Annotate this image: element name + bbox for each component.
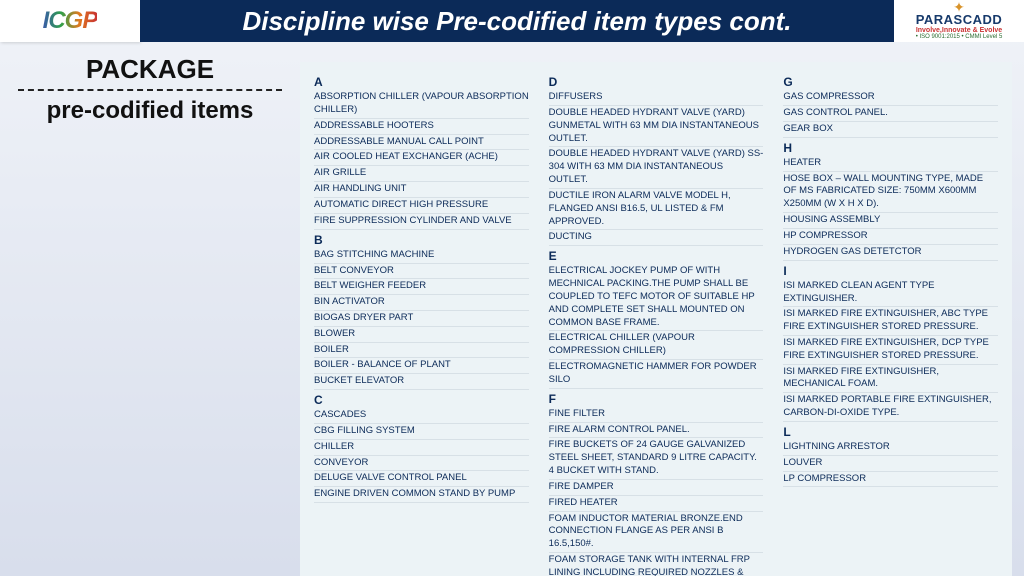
list-item: GAS COMPRESSOR [783, 90, 998, 106]
list-item: FIRE DAMPER [549, 480, 764, 496]
list-item: FIRE ALARM CONTROL PANEL. [549, 423, 764, 439]
logo-right-box: ✦ PARASCADD Involve,Innovate & Evolve • … [894, 0, 1024, 42]
list-item: ELECTRICAL JOCKEY PUMP OF WITH MECHNICAL… [549, 264, 764, 331]
list-item: LOUVER [783, 456, 998, 472]
star-icon: ✦ [953, 2, 965, 12]
list-item: BELT WEIGHER FEEDER [314, 279, 529, 295]
page-title: Discipline wise Pre-codified item types … [140, 0, 894, 42]
list-item: CHILLER [314, 440, 529, 456]
sidebar-subtitle: pre-codified items [18, 97, 282, 125]
header-bar: ICGP Discipline wise Pre-codified item t… [0, 0, 1024, 42]
section-letter: D [549, 74, 764, 90]
list-item: FOAM STORAGE TANK WITH INTERNAL FRP LINI… [549, 553, 764, 576]
list-item: ENGINE DRIVEN COMMON STAND BY PUMP [314, 487, 529, 503]
list-item: HOUSING ASSEMBLY [783, 213, 998, 229]
list-item: GAS CONTROL PANEL. [783, 106, 998, 122]
list-item: FIRE SUPPRESSION CYLINDER AND VALVE [314, 214, 529, 230]
section-letter: A [314, 74, 529, 90]
list-item: BOILER [314, 343, 529, 359]
sidebar-divider [18, 89, 282, 91]
list-item: HP COMPRESSOR [783, 229, 998, 245]
list-item: BLOWER [314, 327, 529, 343]
list-item: BUCKET ELEVATOR [314, 374, 529, 390]
list-item: ISI MARKED FIRE EXTINGUISHER, MECHANICAL… [783, 365, 998, 394]
list-item: ADDRESSABLE MANUAL CALL POINT [314, 135, 529, 151]
items-column: DDIFFUSERSDOUBLE HEADED HYDRANT VALVE (Y… [549, 72, 764, 576]
list-item: DOUBLE HEADED HYDRANT VALVE (YARD) GUNME… [549, 106, 764, 147]
section-letter: C [314, 392, 529, 408]
list-item: ISI MARKED PORTABLE FIRE EXTINGUISHER, C… [783, 393, 998, 422]
content-area: PACKAGE pre-codified items AABSORPTION C… [0, 42, 1024, 576]
section-letter: E [549, 248, 764, 264]
list-item: ADDRESSABLE HOOTERS [314, 119, 529, 135]
logo-right-tagline: Involve,Innovate & Evolve [916, 27, 1002, 34]
list-item: AIR GRILLE [314, 166, 529, 182]
logo-left-text: ICGP [43, 7, 98, 35]
list-item: ISI MARKED FIRE EXTINGUISHER, ABC TYPE F… [783, 307, 998, 336]
list-item: FOAM INDUCTOR MATERIAL BRONZE.END CONNEC… [549, 512, 764, 553]
section-letter: I [783, 263, 998, 279]
list-item: FIRED HEATER [549, 496, 764, 512]
section-letter: H [783, 140, 998, 156]
logo-right-iso: • ISO 9001:2015 • CMMI Level 5 [916, 34, 1003, 40]
items-column: GGAS COMPRESSORGAS CONTROL PANEL.GEAR BO… [783, 72, 998, 576]
list-item: HOSE BOX – WALL MOUNTING TYPE, MADE OF M… [783, 172, 998, 213]
section-letter: F [549, 391, 764, 407]
list-item: ELECTRICAL CHILLER (VAPOUR COMPRESSION C… [549, 331, 764, 360]
list-item: GEAR BOX [783, 122, 998, 138]
sidebar-title: PACKAGE [18, 54, 282, 85]
list-item: BIOGAS DRYER PART [314, 311, 529, 327]
list-item: LP COMPRESSOR [783, 472, 998, 488]
list-item: DOUBLE HEADED HYDRANT VALVE (YARD) SS-30… [549, 147, 764, 188]
list-item: ABSORPTION CHILLER (VAPOUR ABSORPTION CH… [314, 90, 529, 119]
logo-left-box: ICGP [0, 0, 140, 42]
list-item: HYDROGEN GAS DETETCTOR [783, 245, 998, 261]
columns-container: AABSORPTION CHILLER (VAPOUR ABSORPTION C… [314, 72, 998, 576]
list-item: CONVEYOR [314, 456, 529, 472]
list-item: ISI MARKED FIRE EXTINGUISHER, DCP TYPE F… [783, 336, 998, 365]
list-item: HEATER [783, 156, 998, 172]
list-item: BELT CONVEYOR [314, 264, 529, 280]
section-letter: L [783, 424, 998, 440]
logo-right-name: PARASCADD [916, 12, 1003, 27]
list-item: FIRE BUCKETS OF 24 GAUGE GALVANIZED STEE… [549, 438, 764, 479]
list-item: BOILER - BALANCE OF PLANT [314, 358, 529, 374]
list-item: ELECTROMAGNETIC HAMMER FOR POWDER SILO [549, 360, 764, 389]
list-item: DUCTING [549, 230, 764, 246]
list-item: AUTOMATIC DIRECT HIGH PRESSURE [314, 198, 529, 214]
sidebar: PACKAGE pre-codified items [0, 42, 300, 576]
items-column: AABSORPTION CHILLER (VAPOUR ABSORPTION C… [314, 72, 529, 576]
section-letter: G [783, 74, 998, 90]
section-letter: B [314, 232, 529, 248]
items-panel: AABSORPTION CHILLER (VAPOUR ABSORPTION C… [300, 62, 1012, 576]
list-item: FINE FILTER [549, 407, 764, 423]
list-item: DIFFUSERS [549, 90, 764, 106]
list-item: LIGHTNING ARRESTOR [783, 440, 998, 456]
list-item: BIN ACTIVATOR [314, 295, 529, 311]
list-item: ISI MARKED CLEAN AGENT TYPE EXTINGUISHER… [783, 279, 998, 308]
list-item: CASCADES [314, 408, 529, 424]
list-item: CBG FILLING SYSTEM [314, 424, 529, 440]
list-item: BAG STITCHING MACHINE [314, 248, 529, 264]
list-item: DELUGE VALVE CONTROL PANEL [314, 471, 529, 487]
list-item: AIR COOLED HEAT EXCHANGER (ACHE) [314, 150, 529, 166]
list-item: DUCTILE IRON ALARM VALVE MODEL H, FLANGE… [549, 189, 764, 230]
list-item: AIR HANDLING UNIT [314, 182, 529, 198]
